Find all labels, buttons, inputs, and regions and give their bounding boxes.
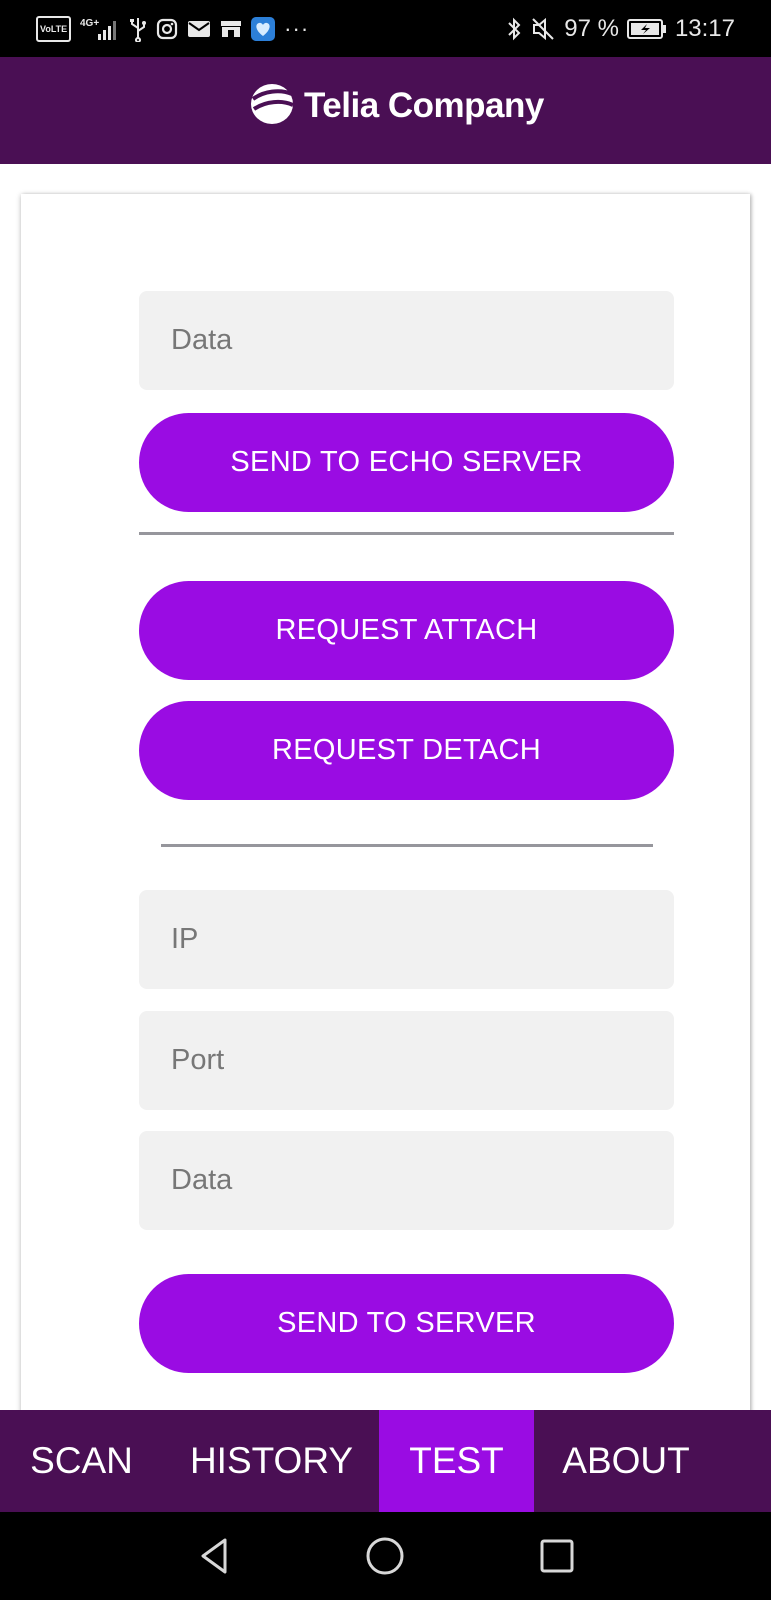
instagram-icon (156, 16, 178, 42)
usb-icon (129, 16, 147, 42)
send-to-echo-server-button[interactable]: SEND TO ECHO SERVER (139, 413, 674, 512)
port-input[interactable] (139, 1011, 674, 1110)
system-nav-bar (0, 1512, 771, 1600)
svg-text:4G+: 4G+ (80, 18, 99, 29)
ip-input[interactable] (139, 890, 674, 989)
back-icon[interactable] (193, 1534, 237, 1578)
app-header: Telia Company (0, 57, 771, 164)
more-dots-icon: ··· (284, 16, 310, 41)
send-to-server-button[interactable]: SEND TO SERVER (139, 1274, 674, 1373)
echo-data-input[interactable] (139, 291, 674, 390)
divider (139, 532, 674, 535)
brand-logo: Telia Company (248, 79, 544, 132)
battery-icon (626, 16, 667, 42)
request-attach-button[interactable]: REQUEST ATTACH (139, 581, 674, 680)
home-icon[interactable] (363, 1534, 407, 1578)
tab-test[interactable]: TEST (379, 1410, 534, 1512)
bluetooth-icon (506, 16, 522, 42)
4g-signal-icon: 4G+ (80, 16, 120, 42)
heart-app-icon (251, 16, 276, 42)
brand-name: Telia Company (304, 85, 544, 125)
tab-history[interactable]: HISTORY (163, 1410, 380, 1512)
request-detach-button[interactable]: REQUEST DETACH (139, 701, 674, 800)
server-data-input[interactable] (139, 1131, 674, 1230)
battery-percent: 97 % (564, 15, 619, 42)
recents-icon[interactable] (535, 1534, 579, 1578)
tab-scan[interactable]: SCAN (0, 1410, 163, 1512)
mute-icon (530, 16, 556, 42)
divider (161, 844, 653, 847)
store-icon (220, 16, 242, 42)
test-card: SEND TO ECHO SERVER REQUEST ATTACH REQUE… (21, 194, 750, 1414)
status-bar: VoLTE 4G+ ··· 97 % 13:17 (0, 0, 771, 57)
bottom-tab-bar: SCAN HISTORY TEST ABOUT (0, 1410, 771, 1512)
mail-icon (187, 16, 211, 42)
tab-about[interactable]: ABOUT (534, 1410, 718, 1512)
clock: 13:17 (674, 15, 735, 42)
telia-pebble-icon (248, 79, 296, 132)
volte-icon: VoLTE (36, 16, 72, 42)
